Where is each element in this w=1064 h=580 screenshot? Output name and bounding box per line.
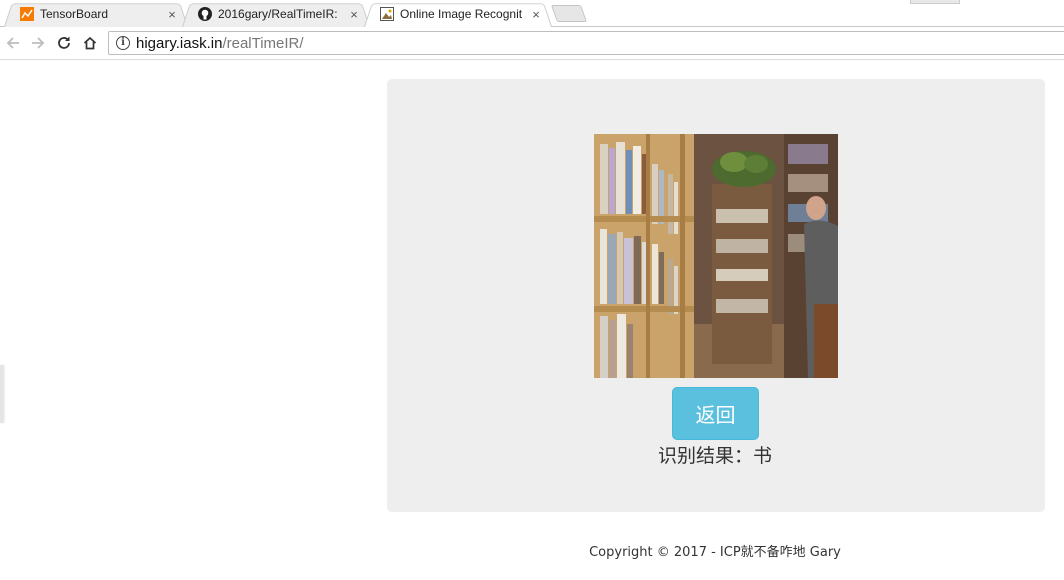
- close-icon[interactable]: ×: [164, 7, 180, 22]
- image-icon: [380, 7, 394, 21]
- url-host: higary.iask.in: [136, 34, 223, 52]
- tab-strip: TensorBoard × 2016gary/RealTimeIR: × Onl…: [0, 0, 1064, 27]
- side-panel-handle[interactable]: [0, 365, 3, 423]
- tab-github[interactable]: 2016gary/RealTimeIR: ×: [182, 1, 370, 27]
- url-path: /realTimeIR/: [222, 34, 304, 52]
- home-icon[interactable]: [80, 33, 100, 53]
- tab-title: TensorBoard: [40, 7, 109, 21]
- tensorboard-icon: [20, 7, 34, 21]
- address-bar[interactable]: i higary.iask.in /realTimeIR/: [108, 31, 1064, 55]
- reload-icon[interactable]: [54, 33, 74, 53]
- close-icon[interactable]: ×: [528, 7, 544, 22]
- new-tab-button[interactable]: [550, 5, 588, 22]
- tab-tensorboard[interactable]: TensorBoard ×: [4, 1, 188, 27]
- github-icon: [198, 7, 212, 21]
- back-arrow-icon[interactable]: [3, 33, 23, 53]
- recognized-image: [594, 134, 838, 378]
- close-icon[interactable]: ×: [346, 7, 362, 22]
- window-control[interactable]: [910, 0, 960, 4]
- tab-title: 2016gary/RealTimeIR:: [218, 7, 338, 21]
- tab-title: Online Image Recognit: [400, 7, 523, 21]
- back-button[interactable]: 返回: [672, 387, 759, 440]
- recognition-result: 识别结果：书: [657, 445, 772, 467]
- forward-arrow-icon[interactable]: [28, 33, 48, 53]
- footer-copyright: Copyright © 2017 - ICP就不备咋地 Gary: [589, 545, 841, 560]
- tab-online-image-recognition[interactable]: Online Image Recognit ×: [364, 1, 552, 27]
- browser-toolbar: i higary.iask.in /realTimeIR/: [0, 27, 1064, 60]
- info-icon[interactable]: i: [116, 36, 130, 50]
